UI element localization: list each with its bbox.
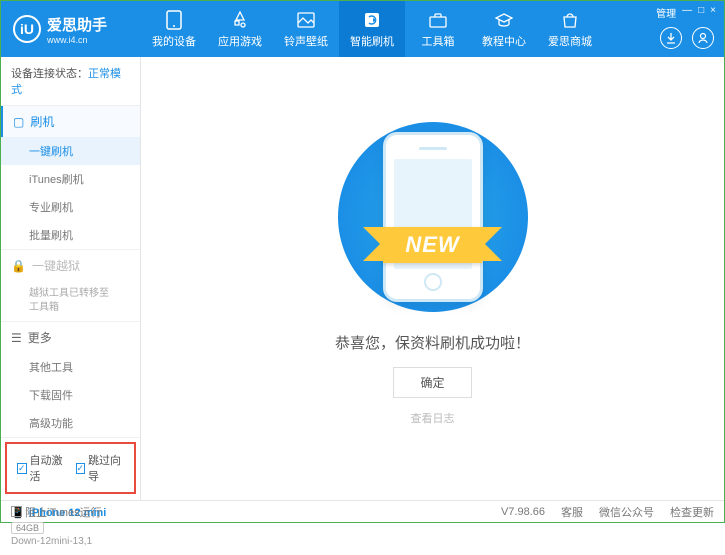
checkbox-group: ✓自动激活 ✓跳过向导 [5, 442, 136, 494]
tutorial-icon [494, 10, 514, 30]
version-label: V7.98.66 [501, 506, 545, 518]
sidebar-item-other[interactable]: 其他工具 [1, 353, 140, 381]
auto-activate-checkbox[interactable]: ✓自动激活 [17, 452, 66, 484]
nav-apps[interactable]: 应用游戏 [207, 1, 273, 57]
app-title: 爱思助手 [47, 14, 107, 35]
nav-ringtones[interactable]: 铃声壁纸 [273, 1, 339, 57]
nav-my-device[interactable]: 我的设备 [141, 1, 207, 57]
wallpaper-icon [296, 10, 316, 30]
main-content: NEW 恭喜您，保资料刷机成功啦！ 确定 查看日志 [141, 57, 724, 500]
sidebar-item-batch[interactable]: 批量刷机 [1, 221, 140, 249]
block-itunes-checkbox[interactable]: ✓阻止iTunes运行 [11, 504, 102, 520]
sidebar-item-firmware[interactable]: 下载固件 [1, 381, 140, 409]
sidebar: 设备连接状态：正常模式 ▢刷机 一键刷机 iTunes刷机 专业刷机 批量刷机 … [1, 57, 141, 500]
window-controls: 管理 — □ × [656, 5, 716, 20]
device-sub: Down-12mini-13,1 [11, 536, 130, 547]
skip-setup-checkbox[interactable]: ✓跳过向导 [76, 452, 125, 484]
sidebar-jailbreak-header[interactable]: 🔒一键越狱 [1, 250, 140, 281]
download-button[interactable] [660, 27, 682, 49]
new-ribbon: NEW [383, 227, 481, 263]
device-capacity: 64GB [11, 522, 44, 534]
device-icon [164, 10, 184, 30]
header: iU 爱思助手 www.i4.cn 我的设备 应用游戏 铃声壁纸 智能刷机 工具… [1, 1, 724, 57]
nav-toolbox[interactable]: 工具箱 [405, 1, 471, 57]
lock-icon: 🔒 [11, 259, 26, 273]
view-log-link[interactable]: 查看日志 [411, 410, 455, 426]
user-button[interactable] [692, 27, 714, 49]
ok-button[interactable]: 确定 [393, 367, 471, 398]
close-button[interactable]: × [710, 5, 716, 20]
sidebar-item-advanced[interactable]: 高级功能 [1, 409, 140, 437]
store-icon [560, 10, 580, 30]
apps-icon [230, 10, 250, 30]
app-url: www.i4.cn [47, 35, 107, 45]
toolbox-icon [428, 10, 448, 30]
success-message: 恭喜您，保资料刷机成功啦！ [335, 332, 530, 353]
sidebar-item-oneclick[interactable]: 一键刷机 [1, 137, 140, 165]
nav-flash[interactable]: 智能刷机 [339, 1, 405, 57]
maximize-button[interactable]: □ [698, 5, 704, 20]
manage-button[interactable]: 管理 [656, 5, 676, 20]
logo[interactable]: iU 爱思助手 www.i4.cn [1, 14, 141, 45]
logo-icon: iU [13, 15, 41, 43]
sidebar-item-pro[interactable]: 专业刷机 [1, 193, 140, 221]
connection-status: 设备连接状态：正常模式 [1, 57, 140, 106]
list-icon: ☰ [11, 331, 22, 345]
sidebar-item-itunes[interactable]: iTunes刷机 [1, 165, 140, 193]
sidebar-flash-header[interactable]: ▢刷机 [1, 106, 140, 137]
service-link[interactable]: 客服 [561, 504, 583, 520]
update-link[interactable]: 检查更新 [670, 504, 714, 520]
flash-icon [362, 10, 382, 30]
phone-illustration [383, 132, 483, 302]
jailbreak-note: 越狱工具已转移至 工具箱 [1, 281, 140, 321]
sidebar-more-header[interactable]: ☰更多 [1, 322, 140, 353]
nav-store[interactable]: 爱思商城 [537, 1, 603, 57]
wechat-link[interactable]: 微信公众号 [599, 504, 654, 520]
flash-small-icon: ▢ [13, 115, 24, 129]
nav-tutorial[interactable]: 教程中心 [471, 1, 537, 57]
nav: 我的设备 应用游戏 铃声壁纸 智能刷机 工具箱 教程中心 爱思商城 [141, 1, 724, 57]
minimize-button[interactable]: — [682, 5, 692, 20]
